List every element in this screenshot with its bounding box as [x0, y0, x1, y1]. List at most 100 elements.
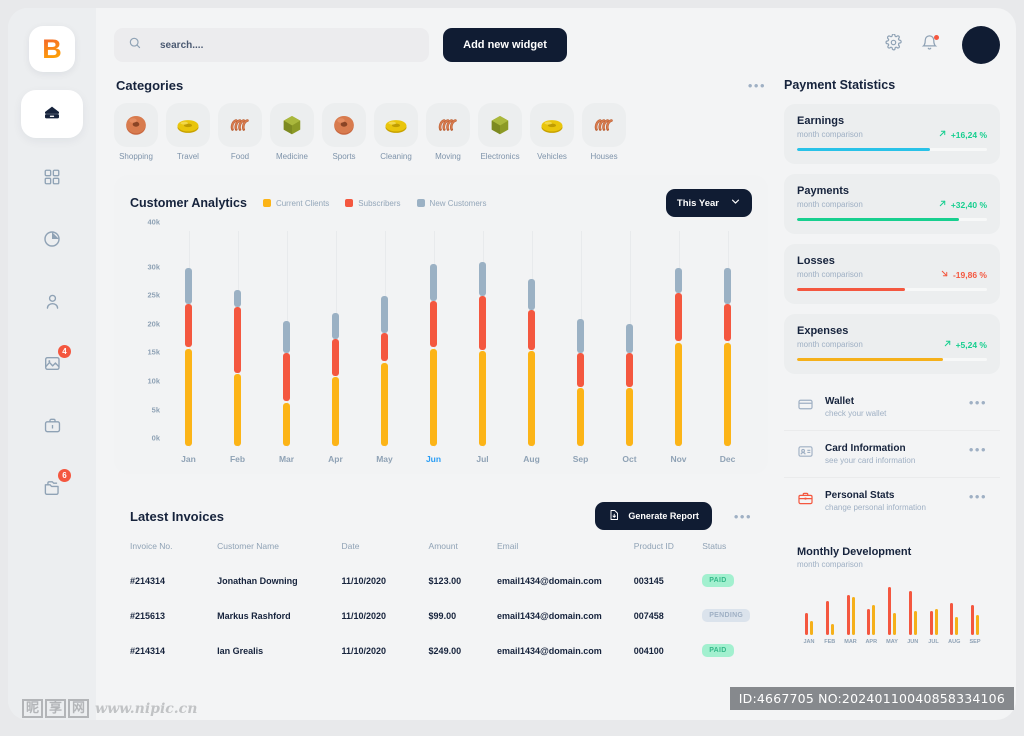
chart-bar-segment [185, 304, 192, 348]
ring-yellow-icon [374, 103, 418, 147]
category-label: Travel [177, 152, 199, 161]
monthly-bar-group [945, 603, 963, 635]
x-axis-label: Apr [328, 454, 343, 464]
sidebar-item-files[interactable]: 6 [21, 464, 83, 510]
polygon-olive-icon [270, 103, 314, 147]
quick-link-menu-button[interactable]: ••• [969, 396, 987, 409]
add-new-widget-button[interactable]: Add new widget [443, 28, 567, 62]
category-item[interactable]: Vehicles [530, 103, 574, 161]
x-axis-label: May [376, 454, 393, 464]
quick-link-row[interactable]: Personal Stats change personal informatio… [784, 478, 1000, 524]
spiral-orange-icon [426, 103, 470, 147]
quick-link-menu-button[interactable]: ••• [969, 490, 987, 503]
table-row[interactable]: #214314 Jonathan Downing 11/10/2020 $123.00… [130, 563, 752, 598]
invoice-no: #214314 [130, 645, 166, 656]
monthly-bar-group [821, 601, 839, 635]
x-axis-label: Mar [278, 454, 295, 464]
chart-bar-segment [283, 321, 290, 353]
top-bar: Add new widget [114, 26, 1001, 64]
customer-analytics-card: Customer Analytics Current Clients Subscr… [114, 175, 768, 474]
payment-stat-card[interactable]: Expenses month comparison +5,24 % [784, 314, 1000, 374]
x-axis-label: Sep [572, 454, 589, 464]
app-logo[interactable]: B [29, 26, 75, 72]
settings-button[interactable] [882, 33, 904, 56]
invoices-title: Latest Invoices [130, 508, 224, 524]
quick-link-subtitle: see your card information [825, 456, 916, 465]
table-row[interactable]: #214314 Ian Grealis 11/10/2020 $249.00 email… [130, 633, 752, 668]
monthly-bar-group [883, 587, 901, 635]
invoices-column-header: Status [702, 541, 727, 551]
x-axis-label: Jan [181, 454, 196, 464]
payment-stat-card[interactable]: Payments month comparison +32,40 % [784, 174, 1000, 234]
category-item[interactable]: Cleaning [374, 103, 418, 161]
chart-bar-stack [626, 324, 633, 447]
chart-range-select[interactable]: This Year [665, 189, 752, 217]
invoices-column-header: Product ID [633, 541, 674, 551]
category-item[interactable]: Food [218, 103, 262, 161]
quick-link-row[interactable]: Card Information see your card informatio… [784, 431, 1000, 478]
search-box[interactable] [114, 28, 430, 62]
chart-bar-segment [185, 268, 192, 305]
avatar[interactable] [962, 26, 1001, 64]
monthly-bar-group [904, 591, 922, 635]
category-label: Medicine [275, 152, 308, 161]
legend-item: Current Clients [262, 199, 329, 208]
legend-label: New Customers [429, 198, 487, 208]
polygon-olive-icon [478, 103, 522, 147]
generate-report-button[interactable]: Generate Report [595, 502, 712, 530]
category-item[interactable]: Shopping [114, 103, 158, 161]
chart-bar-column [365, 231, 405, 447]
category-label: Cleaning [380, 152, 412, 161]
table-row[interactable]: #215613 Markus Rashford 11/10/2020 $99.00 em… [130, 598, 752, 633]
sidebar-item-profile[interactable] [21, 278, 83, 324]
category-item[interactable]: Houses [582, 103, 626, 161]
monthly-bar [913, 611, 917, 635]
chart-bar-stack [430, 263, 437, 447]
search-input[interactable] [160, 39, 416, 51]
product-id: 007458 [633, 610, 664, 621]
invoice-email: email1434@domain.com [496, 575, 602, 586]
notifications-button[interactable] [918, 34, 940, 56]
chart-bar-column [610, 231, 650, 447]
category-item[interactable]: Sports [322, 103, 366, 161]
category-item[interactable]: Electronics [478, 103, 522, 161]
chart-bar-segment [724, 304, 731, 342]
payment-stat-progress-fill [797, 288, 906, 291]
category-item[interactable]: Moving [426, 103, 470, 161]
invoices-body: #214314 Jonathan Downing 11/10/2020 $123.00… [130, 563, 752, 668]
monthly-bar [846, 595, 850, 635]
sidebar-item-dashboard[interactable] [21, 154, 83, 200]
chart-bar-segment [675, 268, 682, 293]
monthly-bar-group [925, 609, 943, 635]
quick-link-row[interactable]: Wallet check your wallet ••• [784, 384, 1000, 431]
quick-link-title: Wallet [825, 396, 855, 407]
chart-bar-segment [430, 301, 437, 348]
payment-statistics-list: Earnings month comparison +16,24 % Payments… [784, 104, 1000, 374]
invoice-status-cell: PAID [702, 563, 752, 598]
customer-name: Ian Grealis [217, 645, 264, 656]
chart-bar-segment [332, 338, 339, 376]
monthly-bar [851, 597, 855, 635]
payment-stat-row: month comparison +5,24 % [797, 339, 987, 350]
invoices-menu-button[interactable]: ••• [734, 510, 752, 523]
category-item[interactable]: Travel [166, 103, 210, 161]
payment-stat-card[interactable]: Losses month comparison -19,86 % [784, 244, 1000, 304]
sidebar-item-home[interactable] [21, 90, 83, 138]
sidebar-item-briefcase[interactable] [21, 402, 83, 448]
payment-stat-progress-fill [797, 148, 930, 151]
sidebar-item-reports[interactable]: 4 [21, 340, 83, 386]
y-axis-tick: 0k [151, 433, 160, 443]
category-item[interactable]: Medicine [270, 103, 314, 161]
monthly-bar [950, 603, 954, 635]
y-axis-tick: 20k [147, 319, 160, 329]
categories-list: Shopping Travel Food Medicine Sports Cle… [114, 103, 768, 161]
invoices-table: Invoice No. Customer Name Date Amount Email P… [130, 541, 752, 668]
quick-link-menu-button[interactable]: ••• [969, 443, 987, 456]
chart-bar-segment [675, 342, 682, 446]
monthly-bar [929, 611, 933, 635]
sidebar-item-analytics[interactable] [21, 216, 83, 262]
payment-stat-card[interactable]: Earnings month comparison +16,24 % [784, 104, 1000, 164]
payment-stat-subtitle: month comparison [797, 340, 863, 349]
spiral-orange-icon [582, 103, 626, 147]
categories-menu-button[interactable]: ••• [748, 79, 766, 92]
